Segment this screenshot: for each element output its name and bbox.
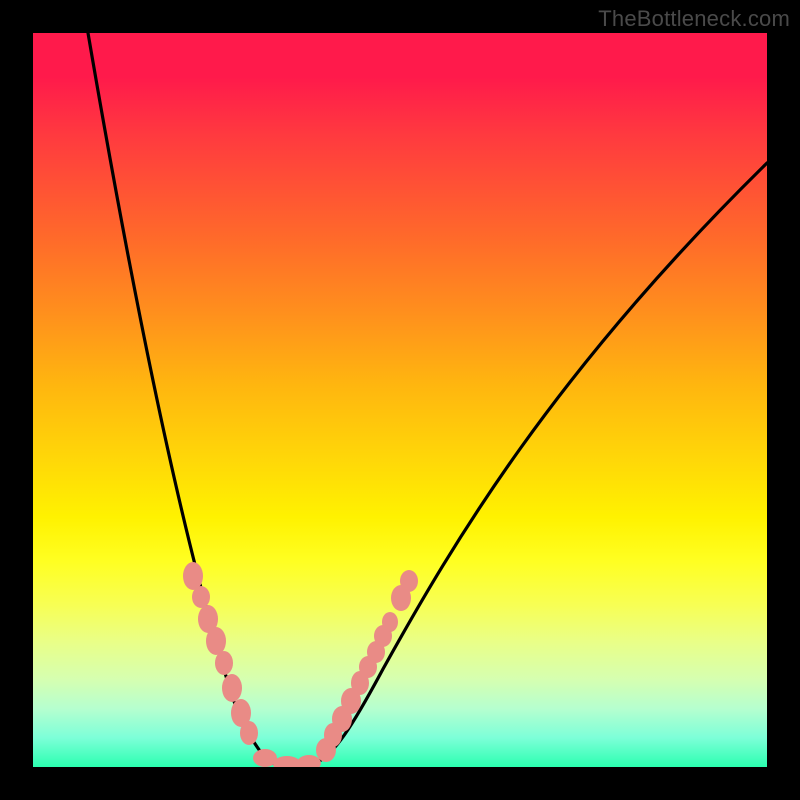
curve-marker [273, 756, 301, 767]
plot-area [33, 33, 767, 767]
marker-group [183, 562, 418, 767]
curve-marker [382, 612, 398, 632]
curve-marker [206, 627, 226, 655]
watermark-text: TheBottleneck.com [598, 6, 790, 32]
curve-marker [240, 721, 258, 745]
curve-marker [183, 562, 203, 590]
curve-marker [192, 586, 210, 608]
curve-layer [33, 33, 767, 767]
curve-marker [222, 674, 242, 702]
curve-marker [400, 570, 418, 592]
curve-marker [297, 755, 321, 767]
bottleneck-curve [88, 33, 767, 766]
chart-stage: TheBottleneck.com [0, 0, 800, 800]
curve-marker [215, 651, 233, 675]
